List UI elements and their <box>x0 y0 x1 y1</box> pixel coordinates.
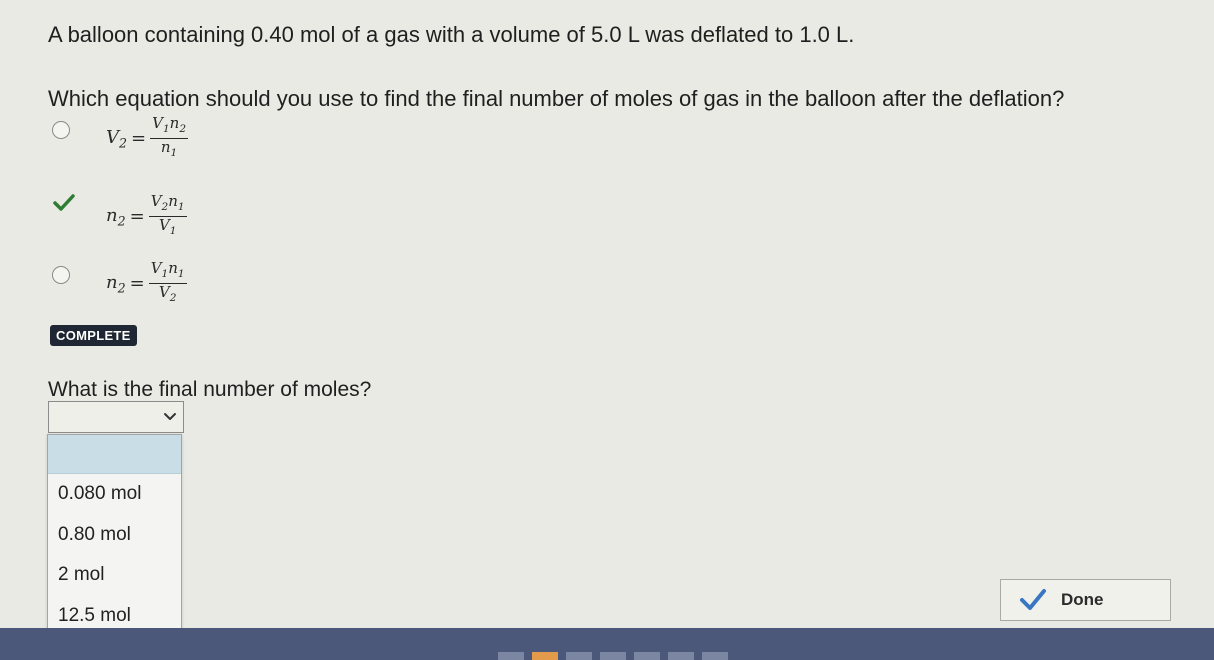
progress-segment[interactable] <box>702 652 728 660</box>
done-button[interactable]: Done <box>1000 579 1171 621</box>
equation-fraction: V2n1 V1 <box>148 193 187 240</box>
progress-segment[interactable] <box>634 652 660 660</box>
done-button-label: Done <box>1061 590 1104 609</box>
dropdown-option[interactable]: 0.080 mol <box>48 474 181 515</box>
fraction-denominator: n1 <box>160 138 178 160</box>
option-1-radio[interactable] <box>52 121 70 139</box>
fraction-numerator: V1n1 <box>148 260 187 284</box>
progress-segment[interactable] <box>600 652 626 660</box>
equals-sign: = <box>129 206 145 227</box>
equation-fraction: V1n2 n1 <box>150 115 188 162</box>
equation-lhs: V2 <box>106 126 128 151</box>
status-badge: COMPLETE <box>50 325 137 346</box>
fraction-numerator: V1n2 <box>150 115 188 139</box>
option-2-equation[interactable]: n2 = V2n1 V1 <box>106 193 187 240</box>
option-2-radio[interactable] <box>52 193 76 213</box>
progress-segment[interactable] <box>668 652 694 660</box>
radio-button-icon[interactable] <box>52 121 70 139</box>
progress-segment[interactable] <box>566 652 592 660</box>
dropdown-option-blank[interactable] <box>48 435 181 474</box>
option-3-radio[interactable] <box>52 266 70 284</box>
fraction-denominator: V1 <box>158 216 177 238</box>
chevron-down-icon[interactable] <box>163 410 177 424</box>
progress-segment[interactable] <box>498 652 524 660</box>
option-1-equation[interactable]: V2 = V1n2 n1 <box>106 115 188 162</box>
progress-segment-current[interactable] <box>532 652 558 660</box>
option-3-equation[interactable]: n2 = V1n1 V2 <box>106 260 187 307</box>
question-part2: What is the final number of moles? <box>48 378 372 401</box>
radio-button-icon[interactable] <box>52 266 70 284</box>
checkmark-icon <box>1020 589 1046 610</box>
equation-lhs: n2 <box>106 271 126 296</box>
equation-fraction: V1n1 V2 <box>148 260 187 307</box>
fraction-numerator: V2n1 <box>148 193 187 217</box>
question-part1: Which equation should you use to find th… <box>48 86 1065 111</box>
dropdown-option[interactable]: 0.80 mol <box>48 515 181 556</box>
question-prompt: A balloon containing 0.40 mol of a gas w… <box>48 22 855 47</box>
checkmark-icon <box>53 194 75 211</box>
answer-dropdown[interactable] <box>48 401 184 433</box>
equals-sign: = <box>129 273 145 294</box>
fraction-denominator: V2 <box>158 283 177 305</box>
dropdown-menu: 0.080 mol 0.80 mol 2 mol 12.5 mol <box>47 434 182 636</box>
equals-sign: = <box>131 128 147 149</box>
dropdown-option[interactable]: 2 mol <box>48 555 181 596</box>
equation-lhs: n2 <box>106 204 126 229</box>
